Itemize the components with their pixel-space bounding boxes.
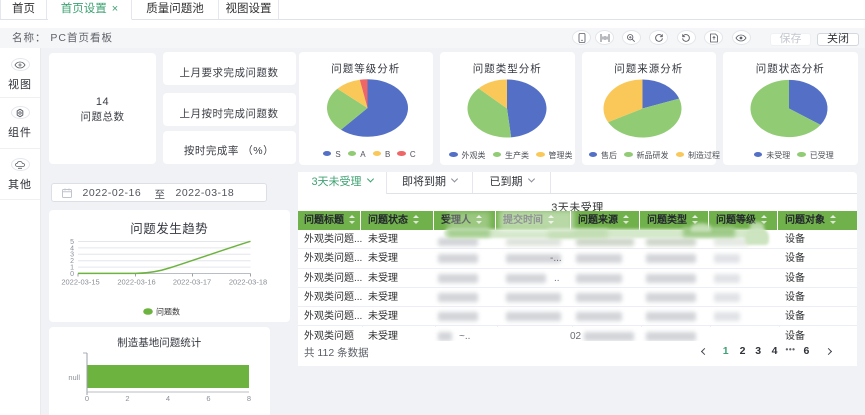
svg-text:4: 4 — [166, 394, 170, 403]
svg-text:null: null — [68, 373, 80, 382]
svg-text:0: 0 — [85, 394, 89, 403]
svg-text:2022-03-15: 2022-03-15 — [61, 277, 99, 286]
svg-text:8: 8 — [247, 394, 251, 403]
svg-text:2022-03-17: 2022-03-17 — [173, 277, 211, 286]
svg-text:6: 6 — [206, 394, 210, 403]
svg-text:2: 2 — [125, 394, 129, 403]
svg-text:2022-03-18: 2022-03-18 — [229, 277, 267, 286]
svg-text:2022-03-16: 2022-03-16 — [117, 277, 155, 286]
svg-text:问题数: 问题数 — [156, 306, 180, 316]
